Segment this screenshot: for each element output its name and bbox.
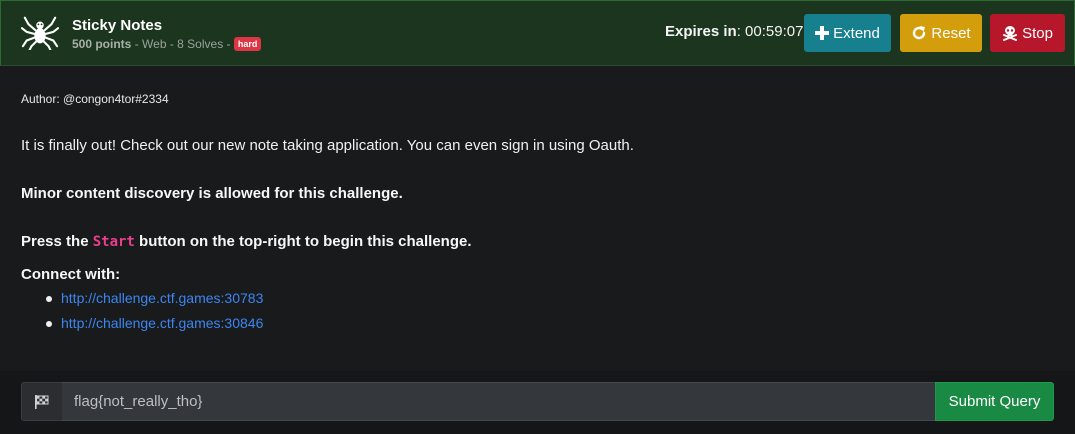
redo-icon	[913, 26, 926, 40]
spider-icon	[21, 16, 59, 50]
extend-label: Extend	[833, 24, 880, 42]
challenge-title: Sticky Notes	[72, 17, 163, 34]
start-instruction: Press the Start button on the top-right …	[21, 233, 472, 250]
skull-crossbones-icon	[1003, 26, 1018, 41]
expires-timer: Expires in: 00:59:07	[665, 23, 803, 40]
connection-list: http://challenge.ctf.games:30783 http://…	[46, 290, 263, 340]
expires-colon: :	[736, 23, 741, 40]
difficulty-badge: hard	[233, 37, 262, 51]
expires-value: 00:59:07	[745, 23, 804, 40]
list-item: http://challenge.ctf.games:30846	[46, 315, 263, 340]
challenge-category: Web	[142, 37, 167, 51]
challenge-meta: 500 points - Web - 8 Solves - hard	[72, 37, 262, 51]
checkered-flag-icon	[35, 394, 49, 409]
stop-button[interactable]: Stop	[990, 14, 1065, 52]
start-instruction-after: button on the top-right to begin this ch…	[134, 233, 472, 250]
challenge-points: 500 points	[72, 37, 132, 51]
meta-separator: -	[223, 37, 234, 51]
challenge-description: It is finally out! Check out our new not…	[21, 137, 634, 154]
connection-link-1[interactable]: http://challenge.ctf.games:30783	[61, 290, 263, 306]
submit-button[interactable]: Submit Query	[935, 382, 1054, 421]
challenge-author: Author: @congon4tor#2334	[21, 92, 169, 106]
list-item: http://challenge.ctf.games:30783	[46, 290, 263, 315]
reset-button[interactable]: Reset	[900, 14, 982, 52]
plus-icon	[815, 26, 830, 40]
start-code: Start	[92, 234, 135, 250]
stop-label: Stop	[1022, 24, 1053, 42]
connect-label: Connect with:	[21, 266, 121, 283]
connection-link-2[interactable]: http://challenge.ctf.games:30846	[61, 315, 263, 331]
reset-label: Reset	[931, 24, 971, 42]
start-instruction-before: Press the	[21, 233, 93, 250]
expires-label: Expires in	[665, 23, 737, 40]
flag-addon	[21, 382, 63, 421]
challenge-solves: 8 Solves	[177, 37, 224, 51]
challenge-header: Sticky Notes 500 points - Web - 8 Solves…	[0, 0, 1075, 66]
extend-button[interactable]: Extend	[804, 14, 891, 52]
flag-input[interactable]	[62, 382, 936, 421]
discovery-note: Minor content discovery is allowed for t…	[21, 185, 403, 202]
meta-separator: -	[131, 37, 143, 51]
meta-separator: -	[166, 37, 178, 51]
